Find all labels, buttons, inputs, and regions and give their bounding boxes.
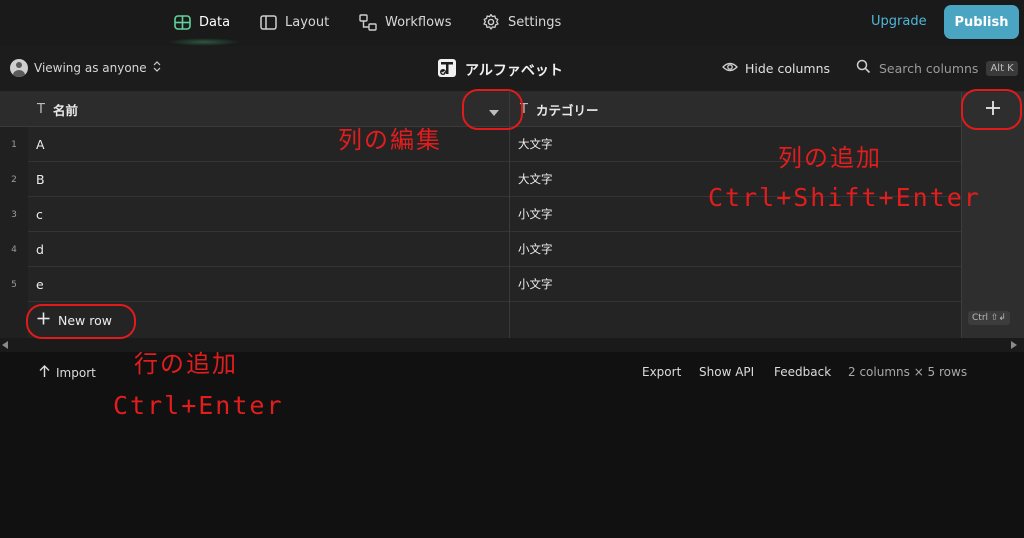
annotation-add-row: 行の追加 [134, 350, 238, 378]
table-cell-name[interactable]: c [28, 197, 509, 232]
row-number: 3 [11, 209, 17, 220]
hide-columns-label: Hide columns [745, 61, 830, 76]
table-cell-name[interactable]: e [28, 267, 509, 302]
table-title: アルファベット [437, 58, 563, 82]
annotation-ring-edit-column [462, 89, 523, 130]
publish-button[interactable]: Publish [944, 5, 1019, 39]
row-number: 4 [11, 244, 17, 255]
table-cell-category[interactable]: 小文字 [510, 267, 961, 302]
table-summary: 2 columns × 5 rows [848, 365, 968, 379]
workflows-icon [359, 13, 377, 31]
annotation-ring-add-column [961, 89, 1022, 130]
column-header-category-label: カテゴリー [535, 102, 599, 118]
search-columns-field[interactable]: Search columns Alt K [856, 59, 1018, 77]
row-number: 1 [11, 139, 17, 150]
hide-columns-button[interactable]: Hide columns [722, 61, 830, 76]
tab-data-label: Data [199, 14, 231, 30]
import-label: Import [56, 365, 96, 380]
scroll-left-icon[interactable] [2, 341, 8, 349]
text-type-icon: T [37, 101, 45, 117]
annotation-ring-new-row [26, 304, 136, 339]
viewing-as-label: Viewing as anyone [34, 61, 147, 75]
feedback-button[interactable]: Feedback [774, 365, 831, 379]
table-title-text: アルファベット [465, 63, 563, 79]
search-icon [856, 59, 871, 77]
row-number: 5 [11, 279, 17, 290]
tab-settings[interactable]: Settings [482, 0, 561, 44]
viewing-as-selector[interactable]: Viewing as anyone [10, 59, 161, 77]
avatar [10, 59, 28, 77]
show-api-button[interactable]: Show API [699, 365, 754, 379]
tab-layout[interactable]: Layout [260, 0, 329, 44]
table-cell-category[interactable]: 小文字 [510, 232, 961, 267]
table-app-icon [437, 58, 457, 82]
gear-icon [482, 13, 500, 31]
annotation-add-column: 列の追加 [778, 144, 882, 172]
column-header-name-label: 名前 [52, 102, 78, 118]
table-toolbar: Viewing as anyone アルファベット Hide columns S… [0, 46, 1024, 92]
search-shortcut-badge: Alt K [986, 60, 1018, 76]
scroll-right-icon[interactable] [1011, 341, 1017, 349]
column-header-category[interactable]: T カテゴリー [510, 92, 961, 127]
annotation-edit-column: 列の編集 [338, 126, 442, 154]
add-column-shortcut-badge: Ctrl ⇧↲ [968, 311, 1010, 325]
table-icon [174, 14, 191, 30]
top-nav: Data Layout Workflows Settings Upgrade P… [0, 0, 1024, 46]
tab-workflows[interactable]: Workflows [359, 0, 451, 44]
layout-icon [260, 14, 277, 30]
chevron-updown-icon [153, 61, 161, 75]
export-button[interactable]: Export [642, 365, 681, 379]
upgrade-link[interactable]: Upgrade [871, 14, 927, 29]
annotation-add-column-shortcut: Ctrl+Shift+Enter [708, 183, 981, 212]
table-cell-name[interactable]: d [28, 232, 509, 267]
annotation-add-row-shortcut: Ctrl+Enter [113, 391, 284, 420]
table-cell-name[interactable]: B [28, 162, 509, 197]
active-tab-indicator [168, 38, 240, 46]
tab-layout-label: Layout [285, 14, 330, 30]
eye-icon [722, 61, 738, 76]
arrow-up-icon [39, 365, 50, 380]
search-columns-placeholder: Search columns [879, 60, 979, 76]
corner-header [0, 92, 28, 127]
tab-workflows-label: Workflows [385, 14, 452, 30]
tab-settings-label: Settings [508, 14, 562, 30]
table-cell-category[interactable]: 大文字 [510, 127, 961, 162]
row-number: 2 [11, 174, 17, 185]
import-button[interactable]: Import [39, 365, 96, 380]
